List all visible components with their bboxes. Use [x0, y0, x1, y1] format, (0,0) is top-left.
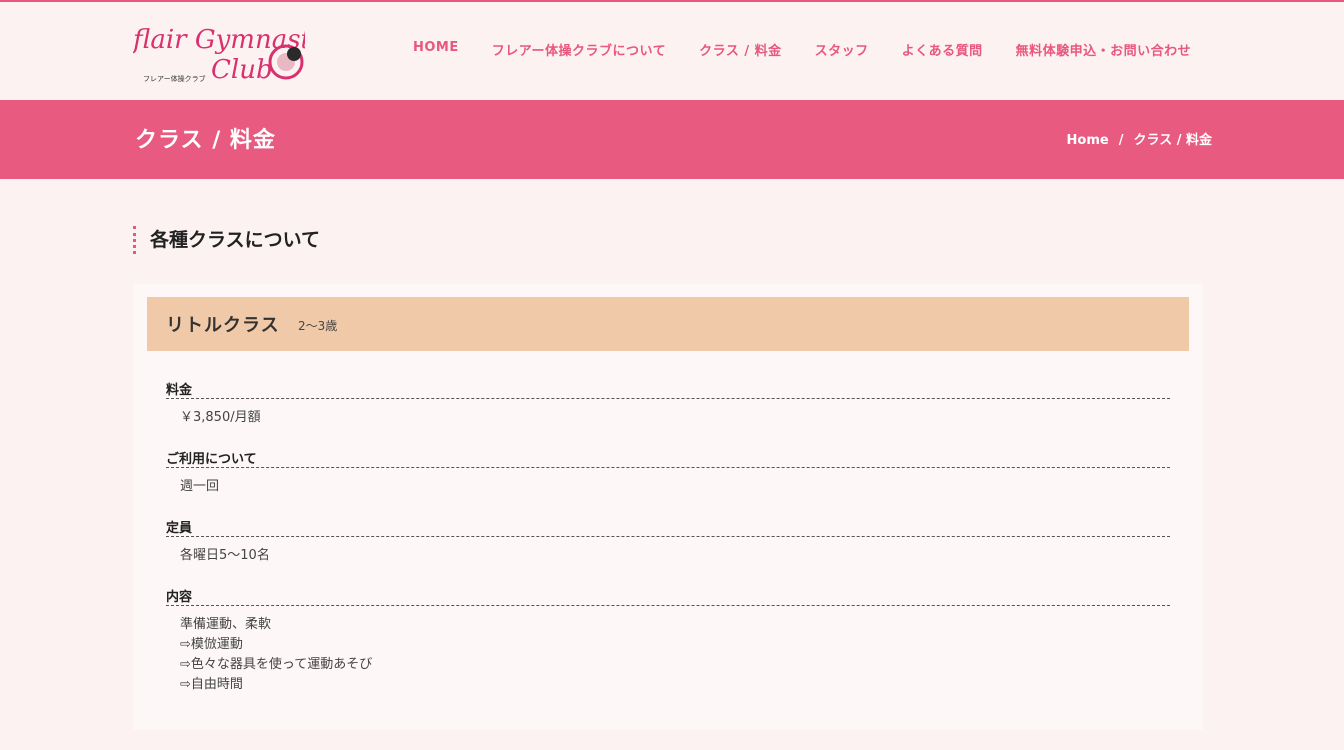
detail-label: 料金	[166, 379, 1170, 399]
value-line: ￥3,850/月額	[180, 410, 261, 425]
site-logo[interactable]: flair Gymnastics Club Club フレアー体操クラブ	[133, 16, 305, 88]
detail-value: 各曜日5〜10名	[166, 546, 1170, 566]
class-header: リトルクラス 2〜3歳	[147, 297, 1189, 351]
main-nav: HOME フレアー体操クラブについて クラス / 料金 スタッフ よくある質問 …	[413, 40, 1191, 59]
class-name: リトルクラス	[166, 315, 280, 336]
nav-staff[interactable]: スタッフ	[815, 40, 869, 59]
detail-row-capacity: 定員 各曜日5〜10名	[166, 517, 1170, 566]
nav-faq[interactable]: よくある質問	[902, 40, 983, 59]
value-line: ⇨色々な器具を使って運動あそび	[180, 657, 373, 672]
detail-value: 準備運動、柔軟 ⇨模倣運動 ⇨色々な器具を使って運動あそび ⇨自由時間	[166, 615, 1170, 695]
detail-label: 内容	[166, 586, 1170, 606]
nav-classes[interactable]: クラス / 料金	[699, 40, 782, 59]
detail-label: ご利用について	[166, 448, 1170, 468]
svg-text:Club: Club	[211, 55, 273, 85]
breadcrumb: Home / クラス / 料金	[1067, 129, 1212, 148]
value-line: 準備運動、柔軟	[180, 617, 272, 632]
site-header: flair Gymnastics Club Club フレアー体操クラブ HOM…	[0, 2, 1344, 100]
value-line: ⇨模倣運動	[180, 637, 243, 652]
detail-row-content: 内容 準備運動、柔軟 ⇨模倣運動 ⇨色々な器具を使って運動あそび ⇨自由時間	[166, 586, 1170, 695]
value-line: 週一回	[180, 479, 220, 494]
section-title: 各種クラスについて	[133, 226, 320, 254]
logo-image: flair Gymnastics Club Club フレアー体操クラブ	[133, 25, 305, 85]
logo-wordmark: flair Gymnastics Club	[133, 25, 305, 55]
detail-value: ￥3,850/月額	[166, 408, 1170, 428]
detail-value: 週一回	[166, 477, 1170, 497]
detail-label: 定員	[166, 517, 1170, 537]
breadcrumb-separator: /	[1118, 133, 1124, 148]
breadcrumb-home[interactable]: Home	[1067, 133, 1109, 148]
page-banner: クラス / 料金 Home / クラス / 料金	[0, 100, 1344, 179]
logo-subtext: フレアー体操クラブ	[143, 74, 206, 83]
nav-contact[interactable]: 無料体験申込・お問い合わせ	[1016, 40, 1192, 59]
value-line: ⇨自由時間	[180, 677, 243, 692]
detail-row-usage: ご利用について 週一回	[166, 448, 1170, 497]
detail-row-fee: 料金 ￥3,850/月額	[166, 379, 1170, 428]
nav-home[interactable]: HOME	[413, 40, 459, 59]
class-age: 2〜3歳	[298, 319, 338, 333]
nav-about[interactable]: フレアー体操クラブについて	[492, 40, 666, 59]
value-line: 各曜日5〜10名	[180, 548, 270, 563]
breadcrumb-current: クラス / 料金	[1133, 133, 1212, 148]
page-title: クラス / 料金	[135, 128, 276, 153]
class-card: リトルクラス 2〜3歳 料金 ￥3,850/月額 ご利用について 週一回 定員 …	[133, 284, 1203, 730]
